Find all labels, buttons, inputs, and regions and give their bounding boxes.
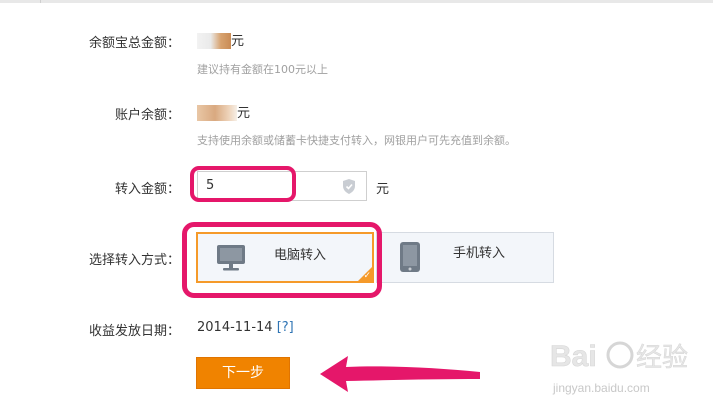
top-tab-edge [40,0,41,3]
account-balance-value: 元 [197,102,250,121]
date-help-link[interactable]: [?] [277,320,294,335]
balance-total-masked-amount [197,32,231,49]
amount-unit: 元 [376,182,390,197]
top-tab-border [0,0,713,3]
account-balance-masked-amount [197,104,237,121]
method-label: 选择转入方式： [88,253,180,268]
next-step-button[interactable]: 下一步 [196,357,290,389]
svg-text:jingyan.baidu.com: jingyan.baidu.com [552,381,650,395]
amount-label: 转入金额： [114,182,180,197]
baidu-jingyan-watermark-logo: Bai 经验 jingyan.baidu.com [550,340,688,395]
amount-highlight-annotation [190,166,296,202]
option-mobile-label: 手机转入 [453,246,506,261]
option-highlight-annotation [182,222,382,298]
account-balance-unit: 元 [237,106,251,121]
account-balance-hint: 支持使用余额或储蓄卡快捷支付转入，网银用户可先充值到余额。 [197,134,516,147]
account-balance-label: 账户余额： [114,108,180,123]
balance-total-value: 元 [197,30,244,49]
date-row: 2014-11-14 [?] [197,320,294,335]
shield-icon [343,179,355,194]
date-value: 2014-11-14 [197,320,273,335]
phone-icon [400,242,420,272]
annotation-arrow-icon [320,356,480,392]
svg-text:经验: 经验 [636,343,688,373]
balance-total-label: 余额宝总金额： [88,36,180,51]
svg-text:Bai: Bai [550,340,597,373]
date-label: 收益发放日期： [88,324,180,339]
option-mobile-transfer[interactable]: 手机转入 [376,232,554,283]
balance-total-hint: 建议持有金额在100元以上 [197,63,328,76]
balance-total-unit: 元 [231,34,245,49]
